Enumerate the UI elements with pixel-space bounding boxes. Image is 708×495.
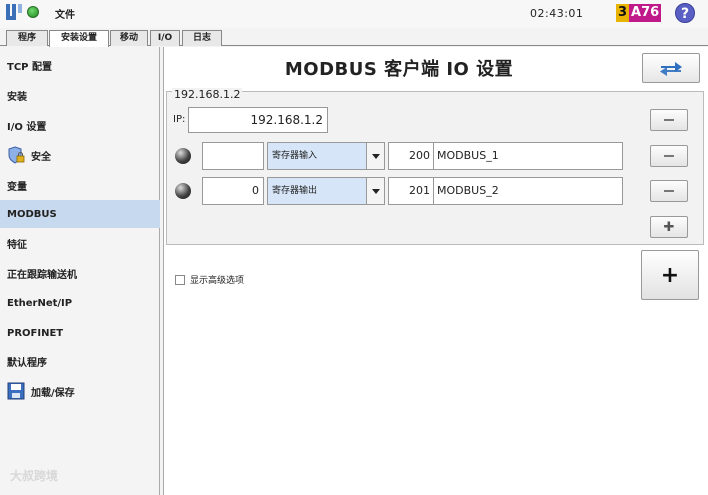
save-disk-icon bbox=[7, 382, 25, 400]
sidebar-item-label: 变量 bbox=[7, 181, 27, 193]
version-badge: 3 A76 bbox=[616, 4, 662, 22]
main-tabs: 程序 安装设置 移动 I/O 日志 bbox=[0, 28, 708, 47]
signal-name-field[interactable]: MODBUS_1 bbox=[433, 142, 623, 170]
chevron-down-icon[interactable] bbox=[366, 178, 384, 204]
add-signal-button[interactable]: ✚ bbox=[650, 216, 688, 238]
tab-io[interactable]: I/O bbox=[150, 30, 180, 46]
sidebar-item-label: MODBUS bbox=[7, 208, 57, 220]
sidebar-item-default-program[interactable]: 默认程序 bbox=[0, 347, 160, 375]
sidebar-item-label: I/O 设置 bbox=[7, 121, 47, 133]
ur-logo-icon bbox=[6, 4, 22, 20]
ip-input[interactable]: 192.168.1.2 bbox=[188, 107, 328, 133]
sidebar-item-label: 安装 bbox=[7, 91, 27, 103]
sidebar-item-variables[interactable]: 变量 bbox=[0, 171, 160, 199]
remove-signal-button[interactable] bbox=[650, 145, 688, 167]
sidebar-item-label: 加载/保存 bbox=[31, 387, 75, 399]
plus-icon: ✚ bbox=[663, 219, 675, 235]
top-bar: 文件 02:43:01 3 A76 ? bbox=[0, 0, 708, 28]
sidebar-item-label: 默认程序 bbox=[7, 357, 47, 369]
tab-installation[interactable]: 安装设置 bbox=[49, 30, 109, 47]
signal-type-select[interactable]: 寄存器输入 bbox=[267, 142, 385, 170]
signal-value-field[interactable] bbox=[202, 142, 264, 170]
signal-status-icon bbox=[175, 183, 191, 199]
chevron-down-icon[interactable] bbox=[366, 143, 384, 169]
sidebar-item-features[interactable]: 特征 bbox=[0, 229, 160, 257]
sidebar-item-label: 特征 bbox=[7, 239, 27, 251]
refresh-button[interactable] bbox=[642, 53, 700, 83]
modbus-panel: MODBUS 客户端 IO 设置 192.168.1.2 IP: 192.168… bbox=[163, 47, 708, 495]
remove-server-button[interactable] bbox=[650, 109, 688, 131]
page-title: MODBUS 客户端 IO 设置 bbox=[284, 59, 514, 80]
watermark: 大叔跨境 bbox=[10, 469, 59, 483]
signal-address-field[interactable]: 201 bbox=[388, 177, 434, 205]
sidebar-item-label: 安全 bbox=[31, 151, 51, 163]
installation-sidebar: TCP 配置 安装 I/O 设置 安全 变量 MODBUS 特征 正在跟踪输送机… bbox=[0, 47, 160, 495]
clock: 02:43:01 bbox=[530, 7, 584, 20]
sidebar-item-io-setup[interactable]: I/O 设置 bbox=[0, 111, 160, 139]
version-badge-part-b: A76 bbox=[629, 4, 662, 22]
server-legend: 192.168.1.2 bbox=[172, 88, 243, 101]
modbus-server-group: 192.168.1.2 IP: 192.168.1.2 寄存器输入 200 MO… bbox=[166, 88, 704, 245]
version-badge-part-a: 3 bbox=[616, 4, 630, 22]
add-server-button[interactable]: + bbox=[641, 250, 699, 300]
sidebar-item-mounting[interactable]: 安装 bbox=[0, 81, 160, 109]
sidebar-item-profinet[interactable]: PROFINET bbox=[0, 319, 160, 347]
signal-type-value: 寄存器输入 bbox=[272, 151, 318, 161]
signal-address-field[interactable]: 200 bbox=[388, 142, 434, 170]
signal-status-icon bbox=[175, 148, 191, 164]
sidebar-item-label: PROFINET bbox=[7, 327, 64, 339]
signal-value-field[interactable]: 0 bbox=[202, 177, 264, 205]
advanced-options-toggle[interactable]: 显示高级选项 bbox=[175, 273, 244, 286]
signal-type-select[interactable]: 寄存器输出 bbox=[267, 177, 385, 205]
help-icon[interactable]: ? bbox=[675, 3, 695, 23]
sidebar-item-modbus[interactable]: MODBUS bbox=[0, 200, 160, 228]
sidebar-item-label: EtherNet/IP bbox=[7, 297, 73, 309]
advanced-options-checkbox[interactable] bbox=[175, 274, 185, 285]
sidebar-item-ethernet-ip[interactable]: EtherNet/IP bbox=[0, 289, 160, 317]
tab-move[interactable]: 移动 bbox=[110, 30, 148, 46]
sidebar-item-conveyor-tracking[interactable]: 正在跟踪输送机 bbox=[0, 259, 160, 287]
tab-log[interactable]: 日志 bbox=[182, 30, 222, 46]
sidebar-item-load-save[interactable]: 加载/保存 bbox=[0, 377, 160, 405]
sidebar-item-label: TCP 配置 bbox=[7, 61, 52, 73]
advanced-options-label: 显示高级选项 bbox=[190, 276, 245, 286]
remove-signal-button[interactable] bbox=[650, 180, 688, 202]
minus-icon bbox=[664, 155, 674, 157]
robot-status-icon[interactable] bbox=[27, 6, 39, 18]
file-menu[interactable]: 文件 bbox=[55, 6, 75, 21]
sidebar-item-safety[interactable]: 安全 bbox=[0, 141, 160, 169]
shield-lock-icon bbox=[8, 146, 25, 164]
sidebar-item-tcp[interactable]: TCP 配置 bbox=[0, 51, 160, 79]
minus-icon bbox=[664, 119, 674, 121]
ip-label: IP: bbox=[173, 114, 186, 125]
minus-icon bbox=[664, 190, 674, 192]
signal-type-value: 寄存器输出 bbox=[272, 186, 318, 196]
signal-name-field[interactable]: MODBUS_2 bbox=[433, 177, 623, 205]
tab-program[interactable]: 程序 bbox=[6, 30, 48, 46]
sidebar-item-label: 正在跟踪输送机 bbox=[7, 269, 77, 281]
refresh-arrows-icon bbox=[660, 62, 682, 76]
